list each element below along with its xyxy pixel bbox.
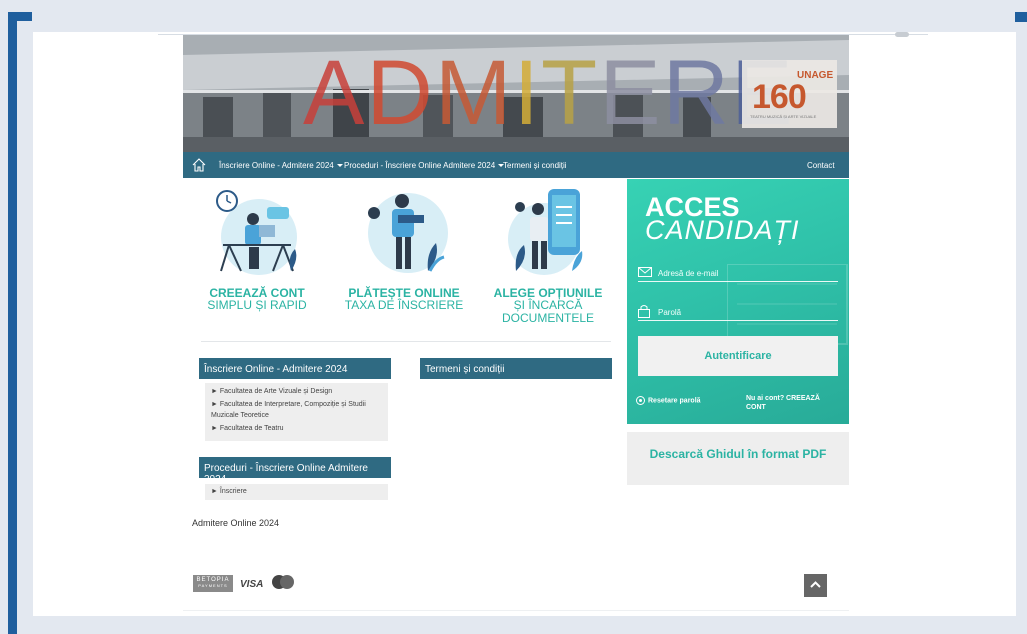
betopia-sub: PAYMENTS (198, 582, 228, 588)
admitere-online-text: Admitere Online 2024 (192, 518, 280, 528)
lock-icon (638, 304, 650, 320)
scroll-knob[interactable] (895, 32, 909, 37)
nav-item-label: Termeni și condiții (503, 161, 567, 170)
unage-logo[interactable]: UNAGE 160 TEATRU MUZICĂ ȘI ARTE VIZUALE (742, 60, 837, 128)
faculty-link[interactable]: ► Facultatea de Teatru (211, 424, 382, 435)
main-nav: Înscriere Online - Admitere 2024 Procedu… (183, 152, 849, 178)
page-container: ADMITERE UNAGE 160 TEATRU MUZICĂ ȘI ARTE… (33, 32, 1016, 616)
faculty-link[interactable]: ► Facultatea de Interpretare, Compoziție… (211, 400, 382, 422)
email-placeholder: Adresă de e-mail (658, 269, 719, 278)
scroll-to-top-button[interactable] (804, 574, 827, 597)
title-letter: I (513, 42, 542, 144)
feature-pay-online: PLĂTEȘTE ONLINE TAXA DE ÎNSCRIERE (339, 187, 469, 312)
frame-border-corner (8, 12, 32, 21)
nav-item-label: Proceduri - Înscriere Online Admitere 20… (344, 161, 496, 170)
logo-number: 160 (752, 78, 807, 116)
admitere-title: ADMITERE (303, 47, 794, 139)
password-field[interactable]: Parolă (638, 301, 838, 321)
reset-radio-icon (636, 396, 645, 405)
footer-divider (183, 610, 849, 611)
feature-subtitle: ȘI ÎNCARCĂ DOCUMENTELE (501, 298, 594, 325)
login-panel: ACCES CANDIDAȚI Adresă de e-mail Parolă … (627, 179, 849, 424)
envelope-icon (638, 267, 652, 279)
title-letter: T (541, 42, 600, 144)
panel-title-proceduri: Proceduri - Înscriere Online Admitere 20… (199, 457, 391, 485)
reset-password-link[interactable]: Resetare parolă (636, 396, 701, 405)
nav-item-inscriere[interactable]: Înscriere Online - Admitere 2024 (219, 161, 343, 170)
reset-label: Resetare parolă (648, 397, 701, 405)
content-divider (201, 341, 611, 342)
feature-subtitle: SIMPLU ȘI RAPID (207, 298, 307, 312)
panel-list-proceduri: ► Înscriere (205, 484, 388, 500)
logo-subtitle: TEATRU MUZICĂ ȘI ARTE VIZUALE (750, 114, 817, 119)
email-field[interactable]: Adresă de e-mail (638, 264, 838, 282)
download-guide-button[interactable]: Descarcă Ghidul în format PDF (627, 432, 849, 485)
faculty-link[interactable]: ► Facultatea de Arte Vizuale și Design (211, 387, 382, 398)
title-letter: M (434, 42, 514, 144)
nav-item-contact[interactable]: Contact (807, 161, 835, 170)
signup-link[interactable]: Nu ai cont? CREEAZĂ CONT (746, 394, 836, 412)
panel-title-inscriere: Înscriere Online - Admitere 2024 (199, 358, 391, 379)
title-letter: A (303, 42, 367, 144)
feature-choose-options: ALEGE OPȚIUNILE ȘI ÎNCARCĂ DOCUMENTELE (483, 187, 613, 324)
panel-title-termeni[interactable]: Termeni și condiții (420, 358, 612, 379)
home-icon[interactable] (191, 157, 207, 175)
nav-item-termeni[interactable]: Termeni și condiții (503, 161, 567, 170)
title-letter: R (662, 42, 732, 144)
header-banner: ADMITERE UNAGE 160 TEATRU MUZICĂ ȘI ARTE… (183, 35, 849, 152)
person-at-desk-illustration (211, 187, 303, 279)
login-button[interactable]: Autentificare (638, 336, 838, 376)
betopia-payments-logo: BETOPIA PAYMENTS (193, 575, 233, 592)
mastercard-icon (271, 575, 295, 592)
title-letter: E (599, 42, 663, 144)
frame-border-left (8, 12, 17, 634)
chevron-up-icon (810, 581, 821, 588)
nav-item-label: Înscriere Online - Admitere 2024 (219, 161, 334, 170)
feature-subtitle: TAXA DE ÎNSCRIERE (344, 298, 464, 312)
caret-down-icon (336, 164, 343, 168)
login-subtitle: CANDIDAȚI (645, 215, 800, 245)
feature-create-account: CREEAZĂ CONT SIMPLU ȘI RAPID (192, 187, 322, 312)
title-letter: D (366, 42, 435, 144)
visa-logo: VISA (240, 579, 264, 590)
password-placeholder: Parolă (658, 308, 682, 317)
person-paying-illustration (358, 187, 450, 279)
procedure-link[interactable]: ► Înscriere (211, 487, 382, 498)
panel-list-inscriere: ► Facultatea de Arte Vizuale și Design ►… (205, 383, 388, 441)
person-phone-illustration (502, 187, 594, 279)
frame-border-right (1015, 12, 1027, 22)
nav-item-proceduri[interactable]: Proceduri - Înscriere Online Admitere 20… (344, 161, 505, 170)
